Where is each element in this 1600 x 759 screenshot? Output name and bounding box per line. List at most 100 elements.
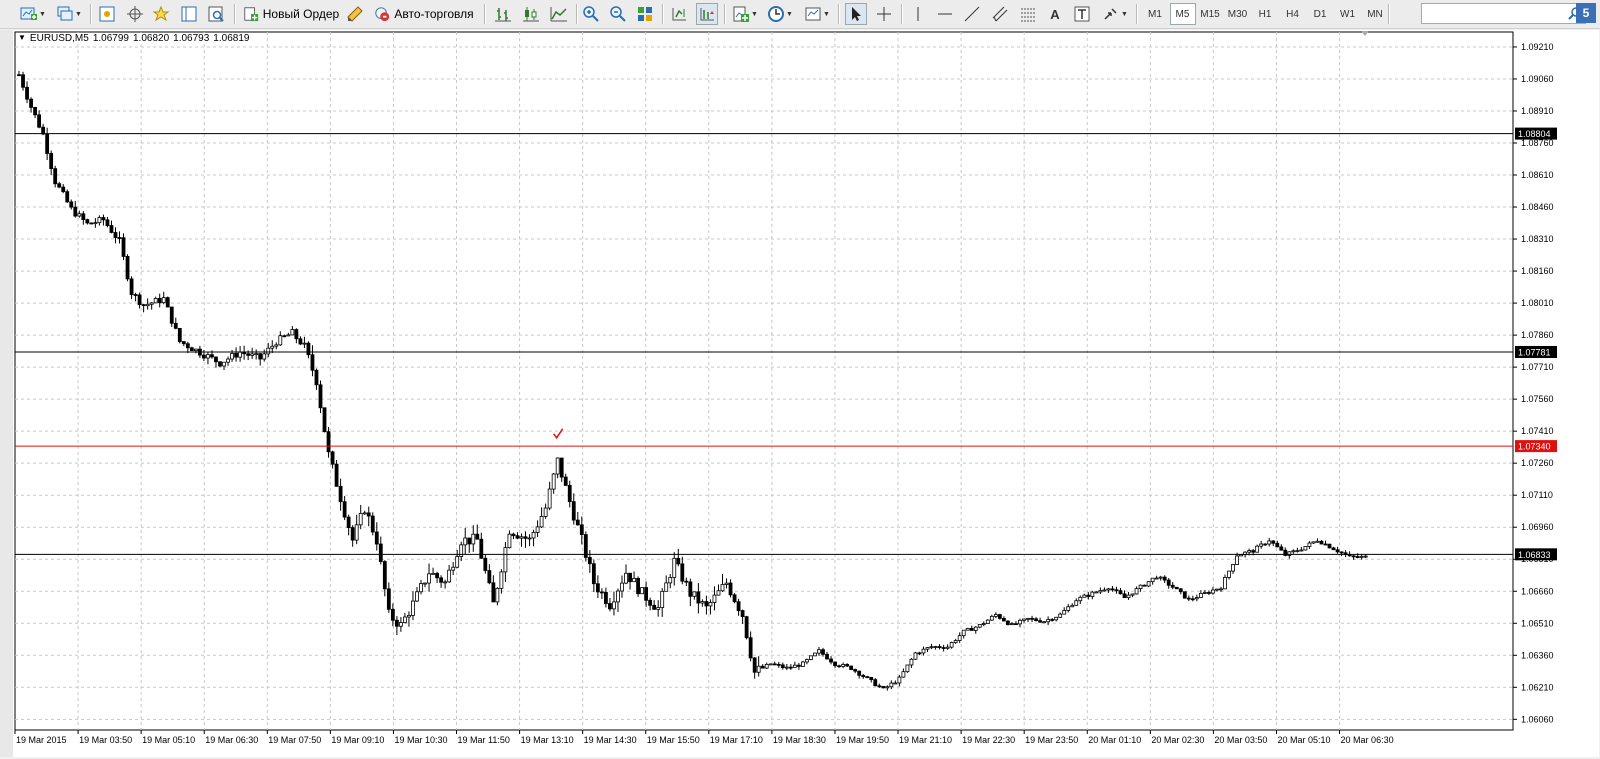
autoscroll-icon[interactable] <box>696 3 718 25</box>
timeframe-h4[interactable]: H4 <box>1280 3 1306 25</box>
candle-body <box>1170 584 1175 588</box>
candle-body <box>419 583 423 593</box>
time-tick-label: 19 Mar 18:30 <box>773 735 826 745</box>
candle-body <box>1070 604 1075 608</box>
ohlc-low: 1.06793 <box>173 33 210 44</box>
candle-body <box>1331 547 1336 551</box>
candle-body <box>1018 619 1022 625</box>
new-order-icon <box>244 7 258 22</box>
favorites-icon[interactable] <box>150 3 172 25</box>
candlestick-icon[interactable] <box>520 3 542 25</box>
crosshair-icon[interactable] <box>873 3 895 25</box>
arrows-icon[interactable]: ▼ <box>1100 3 1130 25</box>
candle-body <box>169 306 174 324</box>
autotrading-button[interactable]: Авто-торговля <box>372 3 476 25</box>
notifications-badge[interactable]: 5 <box>1576 3 1596 23</box>
candle-body <box>1094 591 1099 594</box>
time-tick-label: 19 Mar 07:50 <box>268 735 321 745</box>
main-toolbar: ▼ ▼ Новый Ордер Авто-торговля ▼ ▼ ▼ A ▼ … <box>0 0 1600 29</box>
text-icon[interactable]: A <box>1044 3 1066 25</box>
candle-body <box>475 533 480 540</box>
timeframe-mn[interactable]: MN <box>1362 3 1388 25</box>
candle-body <box>760 665 765 669</box>
timeframe-w1[interactable]: W1 <box>1335 3 1361 25</box>
candle-body <box>157 298 162 304</box>
price-tick-label: 1.08310 <box>1521 234 1554 244</box>
market-watch-icon[interactable] <box>96 3 118 25</box>
candle-body <box>692 591 697 597</box>
candle-body <box>1231 564 1235 572</box>
candle-body <box>833 661 837 667</box>
chart-shift-icon[interactable] <box>668 3 690 25</box>
ohlc-close: 1.06819 <box>213 33 250 44</box>
timeframe-m15[interactable]: M15 <box>1197 3 1223 25</box>
trendline-icon[interactable] <box>961 3 983 25</box>
time-tick-label: 19 Mar 11:50 <box>458 735 510 745</box>
candle-body <box>1190 598 1195 601</box>
zoom-in-icon[interactable] <box>580 3 602 25</box>
candle-body <box>1074 600 1079 606</box>
timeframe-m5[interactable]: M5 <box>1169 3 1196 25</box>
candle-body <box>989 615 994 621</box>
candle-body <box>792 664 797 668</box>
candle-body <box>101 217 106 221</box>
text-label-icon[interactable] <box>1071 3 1093 25</box>
candle-body <box>881 686 886 689</box>
candle-body <box>925 647 930 650</box>
collapse-triangle-icon[interactable]: ▼ <box>18 33 26 44</box>
search-input[interactable] <box>1421 3 1586 24</box>
vertical-line-icon[interactable] <box>907 3 929 25</box>
candle-body <box>873 679 878 687</box>
navigator-icon[interactable] <box>124 3 146 25</box>
tile-windows-icon[interactable] <box>634 3 656 25</box>
indicators-icon[interactable]: ▼ <box>730 3 760 25</box>
candle-body <box>736 601 741 612</box>
candle-body <box>398 622 403 627</box>
candle-body <box>953 640 958 643</box>
candle-body <box>539 516 544 528</box>
candle-body <box>1014 623 1018 626</box>
candle-body <box>1166 579 1171 586</box>
candle-body <box>1315 540 1320 543</box>
candle-body <box>117 237 122 239</box>
price-tick-label: 1.06660 <box>1521 586 1554 596</box>
tester-icon[interactable] <box>205 3 227 25</box>
horizontal-line-icon[interactable] <box>934 3 956 25</box>
candle-body <box>901 671 906 678</box>
plot-area[interactable] <box>14 31 1514 731</box>
candle-body <box>853 669 858 672</box>
fibonacci-icon[interactable] <box>1017 3 1039 25</box>
equidistant-channel-icon[interactable] <box>989 3 1011 25</box>
data-window-icon[interactable] <box>178 3 200 25</box>
candle-body <box>644 587 649 601</box>
line-chart-icon[interactable] <box>548 3 570 25</box>
candle-body <box>620 582 624 592</box>
time-tick-label: 19 Mar 19:50 <box>836 735 889 745</box>
candle-body <box>728 582 733 596</box>
candle-body <box>471 533 476 545</box>
candle-body <box>571 501 576 521</box>
bar-chart-icon[interactable] <box>492 3 514 25</box>
cursor-icon[interactable] <box>845 3 867 25</box>
candle-body <box>1355 556 1360 558</box>
candle-body <box>595 583 600 593</box>
time-tick-label: 19 Mar 05:10 <box>142 735 195 745</box>
chart-window[interactable]: 1.09210 1.09060 1.08910 1.08760 1.08610 1.084… <box>13 30 1599 757</box>
timeframe-h1[interactable]: H1 <box>1252 3 1278 25</box>
timeframe-d1[interactable]: D1 <box>1307 3 1333 25</box>
new-chart-icon[interactable]: ▼ <box>18 3 48 25</box>
zoom-out-icon[interactable] <box>607 3 629 25</box>
periods-icon[interactable]: ▼ <box>765 3 795 25</box>
timeframe-m30[interactable]: M30 <box>1225 3 1251 25</box>
candle-body <box>1046 619 1051 623</box>
profiles-icon[interactable]: ▼ <box>54 3 84 25</box>
time-tick-label: 20 Mar 06:30 <box>1341 735 1394 745</box>
metaeditor-icon[interactable] <box>344 3 366 25</box>
autotrading-label: Авто-торговля <box>394 7 474 21</box>
price-chart[interactable]: 1.092101.090601.089101.087601.086101.084… <box>13 30 1599 757</box>
candle-body <box>1162 576 1167 581</box>
new-order-button[interactable]: Новый Ордер <box>241 3 341 25</box>
timeframe-m1[interactable]: M1 <box>1142 3 1168 25</box>
templates-icon[interactable]: ▼ <box>802 3 832 25</box>
candle-body <box>941 647 946 649</box>
